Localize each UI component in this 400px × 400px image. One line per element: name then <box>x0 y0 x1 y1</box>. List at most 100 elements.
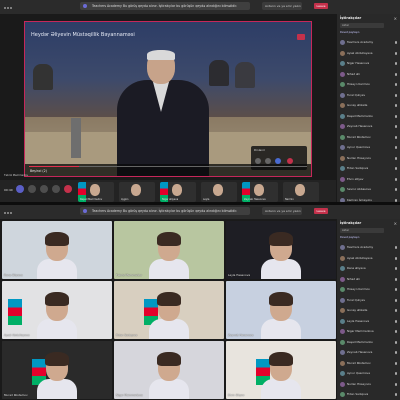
call-bar: 00:40 Rəşad Məmmədov Aygün Nigar Əliyeva Le… <box>0 180 336 203</box>
mic-icon <box>395 340 397 344</box>
participant-search-input[interactable]: Axtar <box>340 23 384 28</box>
participant-item[interactable]: Gunay Əlizadə <box>339 306 399 317</box>
leave-button[interactable]: Leave <box>314 208 328 214</box>
participant-item[interactable]: Murad Rüstəmov <box>339 359 399 370</box>
speaker-hair <box>147 50 175 60</box>
video-tile[interactable]: Aysel Abdullayeva <box>2 281 112 339</box>
popup-title: Dinlənir <box>254 148 265 152</box>
participants-panel: İştirakçılar × Axtar Dəvət paylaşın Teac… <box>336 14 400 203</box>
close-icon[interactable]: × <box>394 16 397 21</box>
share-invite-button[interactable]: Dəvət paylaşın <box>340 30 366 35</box>
participant-name: Fidan Sadıqova <box>347 392 369 396</box>
participant-item[interactable]: Teachers Academy <box>339 243 399 254</box>
tile-name: Təbriz Məmmədov <box>116 273 142 277</box>
video-gallery: Rəna Əliyeva Təbriz Məmmədov Leyla Həsənov… <box>0 219 336 400</box>
close-icon[interactable]: × <box>394 221 397 226</box>
video-tile[interactable]: Nigar Məmmədova <box>114 341 224 399</box>
more-icon[interactable] <box>40 185 48 193</box>
participant-item[interactable]: Nurlan Hüseynov <box>339 154 399 165</box>
participant-name: Elvin Əliyev <box>347 176 364 181</box>
participant-item[interactable]: Nihad Əli <box>339 275 399 286</box>
participant-item[interactable]: Aysel Abdullayeva <box>339 49 399 60</box>
video-tile[interactable]: Rəna Əliyeva <box>2 221 112 279</box>
participant-item[interactable]: Zeynəb Həsənova <box>339 122 399 133</box>
mic-icon <box>395 177 397 181</box>
participant-face <box>213 184 223 196</box>
participant-item[interactable]: Aynur Qasımova <box>339 143 399 154</box>
video-tile[interactable]: Elvin Əliyev <box>226 341 336 399</box>
shared-video[interactable]: Heydər Əliyevin Müstəqillik Bəyannaməsi … <box>24 21 312 177</box>
progress-bar[interactable] <box>29 166 307 168</box>
participant-item[interactable]: Elvin Əliyev <box>339 175 399 186</box>
mic-icon <box>395 256 397 260</box>
participant-item[interactable]: Leyla Həsənova <box>339 317 399 328</box>
participant-item[interactable]: Gunay Əlizadə <box>339 101 399 112</box>
participant-item[interactable]: Aynur Qasımova <box>339 369 399 380</box>
participant-strip: Rəşad Məmmədov Aygün Nigar Əliyeva Leyla Zey… <box>78 182 336 202</box>
participant-item[interactable]: Murad Rüstəmov <box>339 133 399 144</box>
video-tile[interactable]: Leyla Həsənova <box>226 221 336 279</box>
people-icon[interactable] <box>28 185 36 193</box>
participant-item[interactable]: Nigar Məmmədova <box>339 327 399 338</box>
background-figure <box>33 64 53 90</box>
participant-item[interactable]: Sevinc Abbasova <box>339 185 399 196</box>
video-tile[interactable]: Təbriz Məmmədov <box>114 221 224 279</box>
participant-thumbnail[interactable]: Rəşad Məmmədov <box>78 182 114 202</box>
avatar <box>340 360 345 366</box>
video-tile[interactable]: Fidan Sadıqova <box>114 281 224 339</box>
mic-icon <box>395 372 397 375</box>
participant-body <box>149 379 189 399</box>
video-caption: Heydər Əliyevin Müstəqillik Bəyannaməsi <box>31 32 135 38</box>
chat-icon[interactable] <box>16 185 24 193</box>
participant-item[interactable]: Tural Quliyev <box>339 91 399 102</box>
participant-name: Nihad Əli <box>347 71 360 76</box>
mic-icon[interactable] <box>52 185 60 193</box>
video-tile[interactable]: Zeynəb Həsənova <box>226 281 336 339</box>
mic-icon <box>395 319 397 323</box>
info-icon <box>83 4 87 8</box>
mic-icon <box>395 382 397 386</box>
avatar <box>340 318 345 324</box>
participant-item[interactable]: Rəşad Məmmədov <box>339 338 399 349</box>
avatar <box>340 103 345 108</box>
participant-item[interactable]: Teachers Academy <box>339 38 399 49</box>
participant-item[interactable]: Rəşad Məmmədov <box>339 112 399 123</box>
participant-item[interactable]: Nurlan Hüseynov <box>339 380 399 391</box>
search-input[interactable]: Axtarın və ya əmr yazın <box>262 2 302 10</box>
participant-item[interactable]: Fidan Sadıqova <box>339 164 399 175</box>
participant-item[interactable]: Hüseyn Kərimov <box>339 80 399 91</box>
participant-thumbnail[interactable]: Leyla <box>201 182 237 202</box>
participant-face <box>172 184 182 196</box>
participant-item[interactable]: Tural Quliyev <box>339 296 399 307</box>
participant-name: Tural Quliyev <box>347 92 366 97</box>
participant-thumbnail[interactable]: Nərmin <box>283 182 319 202</box>
participant-item[interactable]: Rəna Əliyeva <box>339 264 399 275</box>
search-input[interactable]: Axtarın və ya əmr yazın <box>262 207 302 215</box>
avatar <box>340 113 345 119</box>
avatar <box>340 329 345 334</box>
participant-item[interactable]: Nigar Həsənova <box>339 59 399 70</box>
window-dots-icon <box>4 210 16 214</box>
participant-item[interactable]: Zeynəb Həsənova <box>339 348 399 359</box>
participant-item[interactable]: Fidan Sadıqova <box>339 390 399 400</box>
video-logo-icon <box>297 34 305 40</box>
participant-thumbnail[interactable]: Zeynəb Həsənova <box>242 182 278 202</box>
banner-text: Bu görüş qeydə alınır. İştirakçılar bu g… <box>122 209 238 213</box>
avatar <box>340 92 345 98</box>
participant-body <box>37 259 77 279</box>
hangup-icon[interactable] <box>64 185 72 193</box>
video-tile[interactable]: Murad Rüstəmov <box>2 341 112 399</box>
participant-thumbnail[interactable]: Nigar Əliyeva <box>160 182 196 202</box>
avatar <box>340 134 345 140</box>
participant-item[interactable]: Hüseyn Kərimov <box>339 285 399 296</box>
participant-name: Gunay Əlizadə <box>347 308 368 312</box>
share-invite-button[interactable]: Dəvət paylaşın <box>340 235 366 240</box>
leave-button[interactable]: Leave <box>314 3 328 9</box>
participant-item[interactable]: Nihad Əli <box>339 70 399 81</box>
participant-item[interactable]: Aysel Abdullayeva <box>339 254 399 265</box>
participant-name: Murad Rüstəmov <box>347 360 371 365</box>
call-timer: 00:40 <box>4 188 13 192</box>
participant-thumbnail[interactable]: Aygün <box>119 182 155 202</box>
participant-search-input[interactable]: Axtar <box>340 228 384 233</box>
avatar <box>340 155 345 161</box>
